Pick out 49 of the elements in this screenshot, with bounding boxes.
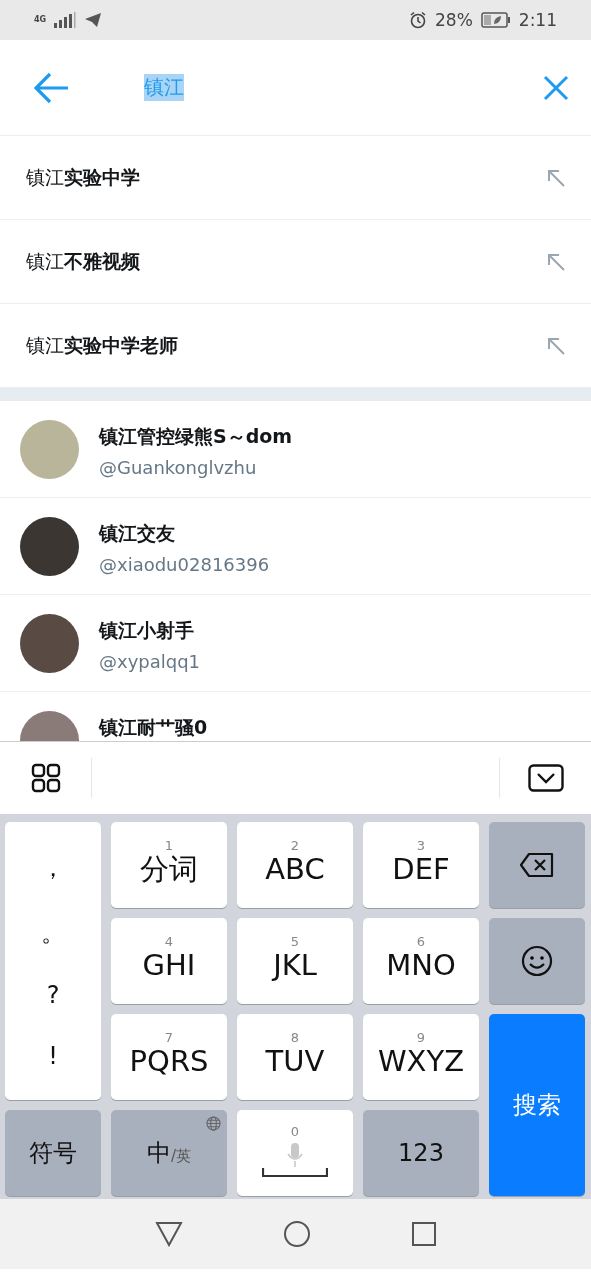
function-key[interactable]: 符号 — [5, 1110, 101, 1196]
letter-key[interactable]: 5 JKL — [237, 918, 353, 1004]
grid-icon — [30, 763, 61, 793]
letter-key[interactable]: 3 DEF — [363, 822, 479, 908]
emoji-key[interactable] — [489, 918, 585, 1004]
back-arrow-icon[interactable] — [34, 71, 70, 104]
recents-square-icon[interactable] — [410, 1221, 437, 1247]
battery-icon — [480, 12, 511, 28]
space-key[interactable]: 0 — [237, 1110, 353, 1196]
signal-icon — [54, 12, 77, 28]
letter-key[interactable]: 1 分词 — [111, 822, 227, 908]
search-key[interactable]: 搜索 — [489, 1014, 585, 1196]
punctuation-key[interactable]: ， — [41, 852, 65, 885]
user-handle: @xiaodu02816396 — [99, 554, 270, 575]
user-handle: @Guankonglvzhu — [99, 457, 258, 478]
letter-key[interactable]: 2 ABC — [237, 822, 353, 908]
backspace-key[interactable] — [489, 822, 585, 908]
search-suggestion[interactable]: 镇江不雅视频 — [26, 248, 140, 275]
microphone-icon — [286, 1141, 304, 1168]
letter-key[interactable]: 4 GHI — [111, 918, 227, 1004]
user-name[interactable]: 镇江耐艹骚0 — [99, 715, 208, 741]
battery-percent: 28% — [435, 10, 473, 30]
letter-key[interactable]: 7 PQRS — [111, 1014, 227, 1100]
backspace-icon — [519, 852, 555, 878]
user-name[interactable]: 镇江交友 — [99, 521, 270, 547]
user-handle: @xypalqq1 — [99, 651, 201, 672]
smiley-icon — [521, 945, 553, 977]
letter-key[interactable]: 6 MNO — [363, 918, 479, 1004]
paper-plane-icon — [84, 12, 103, 28]
punctuation-key[interactable]: ! — [48, 1041, 58, 1070]
user-name[interactable]: 镇江小射手 — [99, 618, 201, 644]
user-name[interactable]: 镇江管控绿熊S～dom — [99, 424, 293, 450]
back-triangle-icon[interactable] — [154, 1221, 183, 1247]
letter-key[interactable]: 9 WXYZ — [363, 1014, 479, 1100]
search-suggestion[interactable]: 镇江实验中学老师 — [26, 332, 178, 359]
chevron-down-icon — [527, 764, 564, 792]
home-circle-icon[interactable] — [282, 1220, 311, 1248]
punctuation-key[interactable]: ? — [46, 981, 60, 1010]
function-key[interactable]: 123 — [363, 1110, 479, 1196]
language-key[interactable]: 中/英 — [111, 1110, 227, 1196]
globe-icon — [206, 1116, 221, 1131]
spacebar-icon — [262, 1167, 328, 1178]
punctuation-key[interactable]: 。 — [41, 916, 65, 949]
clock-time: 2:11 — [518, 10, 557, 30]
close-icon[interactable] — [543, 74, 569, 101]
letter-key[interactable]: 8 TUV — [237, 1014, 353, 1100]
network-type: 4G — [34, 16, 47, 24]
search-suggestion[interactable]: 镇江实验中学 — [26, 164, 140, 191]
alarm-icon — [409, 11, 427, 29]
